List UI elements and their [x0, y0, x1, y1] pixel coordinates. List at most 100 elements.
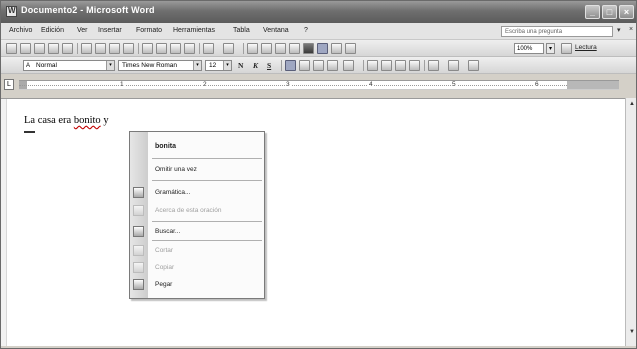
font-color-icon[interactable]	[468, 60, 479, 71]
context-search-item[interactable]: Buscar...	[155, 228, 180, 235]
insert-table-icon[interactable]	[275, 43, 286, 54]
redo-icon[interactable]	[223, 43, 234, 54]
research-icon[interactable]	[123, 43, 134, 54]
ask-question-input[interactable]: Escriba una pregunta	[501, 26, 613, 37]
title-bar[interactable]: Documento2 - Microsoft Word _ □ ×	[1, 1, 636, 23]
menu-bar: Archivo Edición Ver Insertar Formato Her…	[1, 23, 636, 40]
menu-ventana[interactable]: Ventana	[263, 27, 289, 34]
spelling-icon[interactable]	[109, 43, 120, 54]
show-hide-icon[interactable]	[345, 43, 356, 54]
context-about-sentence-item[interactable]: Acerca de esta oración	[155, 207, 221, 214]
document-map-icon[interactable]	[331, 43, 342, 54]
context-paste-item[interactable]: Pegar	[155, 281, 172, 288]
standard-toolbar: 100% ▾ Lectura	[1, 40, 636, 57]
decrease-indent-icon[interactable]	[395, 60, 406, 71]
print-icon[interactable]	[81, 43, 92, 54]
drawing-icon[interactable]	[317, 43, 328, 54]
context-grammar-item[interactable]: Gramática...	[155, 189, 190, 196]
word-window: Documento2 - Microsoft Word _ □ × Archiv…	[0, 0, 637, 349]
document-text-line[interactable]: La casa era bonito y	[24, 115, 109, 126]
maximize-button[interactable]: □	[602, 5, 617, 19]
document-text: y	[100, 115, 109, 126]
font-size-select[interactable]: 12 ▾	[205, 60, 232, 71]
justify-icon[interactable]	[327, 60, 338, 71]
menu-edicion[interactable]: Edición	[41, 27, 64, 34]
menu-archivo[interactable]: Archivo	[9, 27, 32, 34]
toolbar-separator	[281, 60, 282, 71]
italic-button[interactable]: K	[253, 61, 258, 70]
context-separator	[152, 180, 262, 181]
close-button[interactable]: ×	[619, 5, 634, 19]
email-icon[interactable]	[62, 43, 73, 54]
tab-selector-icon[interactable]: L	[4, 79, 14, 90]
menu-formato[interactable]: Formato	[136, 27, 162, 34]
open-icon[interactable]	[20, 43, 31, 54]
menu-herramientas[interactable]: Herramientas	[173, 27, 215, 34]
ruler-row: L 1 2 3 4 5 6	[1, 74, 636, 98]
highlight-icon[interactable]	[448, 60, 459, 71]
read-mode-icon[interactable]	[561, 43, 572, 54]
new-document-icon[interactable]	[6, 43, 17, 54]
permission-icon[interactable]	[48, 43, 59, 54]
align-right-icon[interactable]	[313, 60, 324, 71]
document-text: La casa era	[24, 115, 74, 126]
word-app-icon[interactable]	[6, 6, 17, 17]
font-select[interactable]: Times New Roman ▾	[118, 60, 202, 71]
align-center-icon[interactable]	[299, 60, 310, 71]
document-area[interactable]: La casa era bonito y	[1, 98, 625, 346]
context-ignore-once-item[interactable]: Omitir una vez	[155, 166, 197, 173]
undo-icon[interactable]	[203, 43, 214, 54]
reading-button[interactable]: Lectura	[575, 44, 597, 51]
context-copy-item[interactable]: Copiar	[155, 264, 174, 271]
search-icon	[133, 226, 144, 237]
context-separator	[152, 240, 262, 241]
insert-excel-icon[interactable]	[289, 43, 300, 54]
line-spacing-icon[interactable]	[343, 60, 354, 71]
scroll-down-icon[interactable]: ▼	[627, 328, 636, 337]
style-select[interactable]: A Normal ▾	[23, 60, 115, 71]
minimize-button[interactable]: _	[585, 5, 600, 19]
menu-insertar[interactable]: Insertar	[98, 27, 122, 34]
bold-button[interactable]: N	[238, 61, 243, 70]
menu-tabla[interactable]: Tabla	[233, 27, 250, 34]
context-suggestion-item[interactable]: bonita	[155, 143, 176, 150]
ask-dropdown-icon[interactable]: ▾	[617, 26, 621, 34]
scroll-up-icon[interactable]: ▲	[627, 100, 636, 109]
columns-icon[interactable]	[303, 43, 314, 54]
numbering-icon[interactable]	[367, 60, 378, 71]
document-close-icon[interactable]: ×	[629, 26, 633, 33]
ruler-ticks	[19, 85, 619, 86]
toolbar-separator	[363, 60, 364, 71]
chevron-down-icon[interactable]: ▾	[193, 61, 201, 70]
copy-icon[interactable]	[156, 43, 167, 54]
context-cut-item[interactable]: Cortar	[155, 247, 173, 254]
format-painter-icon[interactable]	[184, 43, 195, 54]
save-icon[interactable]	[34, 43, 45, 54]
toolbar-separator	[424, 60, 425, 71]
menu-help[interactable]: ?	[304, 27, 308, 34]
menu-ver[interactable]: Ver	[77, 27, 88, 34]
toolbar-separator	[138, 43, 139, 54]
hyperlink-icon[interactable]	[247, 43, 258, 54]
vertical-scrollbar[interactable]: ▲ ▼	[625, 98, 636, 346]
ruler-number: 3	[285, 81, 291, 88]
spelling-context-menu: bonita Omitir una vez Gramática... Acerc…	[129, 131, 265, 299]
increase-indent-icon[interactable]	[409, 60, 420, 71]
chevron-down-icon[interactable]: ▾	[223, 61, 231, 70]
align-left-icon[interactable]	[285, 60, 296, 71]
tables-borders-icon[interactable]	[261, 43, 272, 54]
print-preview-icon[interactable]	[95, 43, 106, 54]
ruler-number: 1	[119, 81, 125, 88]
horizontal-ruler[interactable]: 1 2 3 4 5 6	[19, 80, 619, 90]
zoom-select[interactable]: 100%	[514, 43, 544, 54]
misspelled-word[interactable]: bonito	[74, 115, 101, 126]
paste-icon[interactable]	[170, 43, 181, 54]
borders-icon[interactable]	[428, 60, 439, 71]
underline-button[interactable]: S	[267, 61, 271, 70]
cut-icon[interactable]	[142, 43, 153, 54]
zoom-dropdown-icon[interactable]: ▾	[546, 43, 555, 54]
window-title: Documento2 - Microsoft Word	[21, 5, 155, 15]
bullets-icon[interactable]	[381, 60, 392, 71]
context-separator	[152, 221, 262, 222]
chevron-down-icon[interactable]: ▾	[106, 61, 114, 70]
